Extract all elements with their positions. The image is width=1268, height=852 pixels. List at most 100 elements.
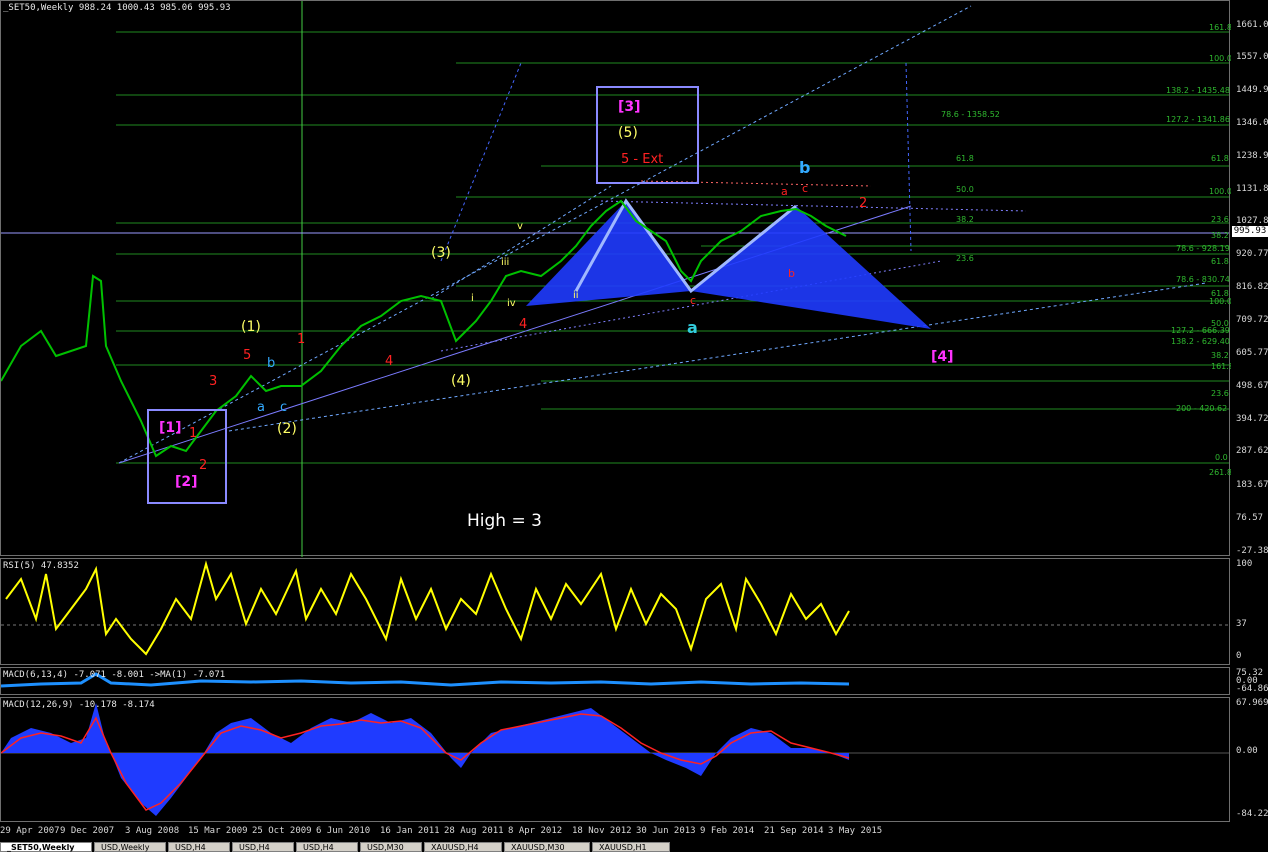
- rsi-axis-label: 0: [1236, 651, 1242, 661]
- fib-label: 38.2: [1211, 231, 1229, 240]
- fib-label: 78.6 - 1358.52: [941, 110, 1000, 119]
- price-axis-label: 1661.01: [1236, 20, 1268, 30]
- tab-xauusd-m30[interactable]: XAUUSD,M30: [504, 842, 590, 852]
- price-axis-label: 1449.97: [1236, 85, 1268, 95]
- wave-label-v: v: [517, 221, 523, 232]
- macd-svg: [1, 703, 1229, 816]
- price-axis-label: 287.62: [1236, 446, 1268, 456]
- rsi-title: RSI(5) 47.8352: [3, 561, 79, 571]
- fib-label: 100.0: [1209, 297, 1231, 306]
- fib-label: 61.8: [1211, 257, 1229, 266]
- wave-label-2-major: [2]: [175, 474, 198, 490]
- price-axis-label: 1238.93: [1236, 151, 1268, 161]
- macd-small-axis-label: -64.863: [1236, 684, 1268, 694]
- wave-label-b-low: b: [788, 267, 795, 280]
- fib-label: 23.6: [1211, 215, 1229, 224]
- wave-label-4-major: [4]: [931, 349, 954, 365]
- wave-label-iv: iv: [507, 298, 516, 309]
- fib-label: 138.2 - 629.40: [1171, 337, 1230, 346]
- price-axis-label: 76.57: [1236, 513, 1264, 523]
- wave-label-i: i: [471, 293, 474, 304]
- wave-label-3-major: [3]: [618, 99, 641, 115]
- fib-label: 200 - 420.62: [1176, 404, 1227, 413]
- tab-set50-weekly[interactable]: _SET50,Weekly: [0, 842, 92, 852]
- fib-label: 61.8: [956, 154, 974, 163]
- price-axis-label: 709.72: [1236, 315, 1268, 325]
- fib-label: 61.8: [1211, 154, 1229, 163]
- tab-usd-m30[interactable]: USD,M30: [360, 842, 422, 852]
- date-label: 6 Jun 2010: [316, 826, 371, 836]
- wave-label-b: b: [799, 158, 810, 177]
- fib-label: 261.8: [1209, 468, 1231, 477]
- price-axis-label: 605.77: [1236, 348, 1268, 358]
- fib-label: 38.2: [956, 215, 974, 224]
- wave-label-small-a: a: [257, 400, 265, 415]
- date-label: 18 Nov 2012: [572, 826, 632, 836]
- high-annotation: High = 3: [467, 511, 542, 531]
- rsi-axis-label: 37: [1236, 619, 1247, 629]
- fib-label: 50.0: [956, 185, 974, 194]
- wave-label-small-c: c: [280, 400, 287, 415]
- fib-label: 78.6 - 830.74: [1176, 275, 1230, 284]
- chart-title: _SET50,Weekly 988.24 1000.43 985.06 995.…: [3, 3, 231, 13]
- price-axis-label: 498.67: [1236, 381, 1268, 391]
- rsi-pane[interactable]: RSI(5) 47.8352: [0, 558, 1230, 665]
- fib-label: 38.2: [1211, 351, 1229, 360]
- price-axis-label: 1346.01: [1236, 118, 1268, 128]
- price-chart-pane[interactable]: [1] [2] [3] (5) 5 - Ext b a [4] (1) (2) …: [0, 0, 1231, 557]
- macd-axis-label: 0.00: [1236, 746, 1258, 756]
- date-label: 25 Oct 2009: [252, 826, 312, 836]
- wave-label-a: a: [687, 318, 698, 337]
- rsi-svg: [1, 560, 1229, 656]
- price-axis-label: -27.38: [1236, 546, 1268, 556]
- fib-levels: [116, 31, 1229, 464]
- fib-label: 161.8: [1209, 23, 1231, 32]
- wave-label-2-right: 2: [859, 196, 867, 211]
- fib-label: 161.8: [1211, 362, 1231, 371]
- macd-axis-label: -84.225: [1236, 809, 1268, 819]
- tab-xauusd-h4[interactable]: XAUUSD,H4: [424, 842, 502, 852]
- price-axis-label: 1131.85: [1236, 184, 1268, 194]
- wave-label-1-mid: 1: [297, 332, 305, 347]
- wave-label-a-top: a: [781, 185, 788, 198]
- date-label: 15 Mar 2009: [188, 826, 248, 836]
- wave-label-minor-5: 5: [243, 348, 251, 363]
- price-chart-svg: [1] [2] [3] (5) 5 - Ext b a [4] (1) (2) …: [1, 1, 1231, 557]
- fib-label: 78.6 - 928.19: [1176, 244, 1230, 253]
- date-label: 28 Aug 2011: [444, 826, 504, 836]
- macd-small-pane[interactable]: MACD(6,13,4) -7.071 -8.001 ->MA(1) -7.07…: [0, 667, 1230, 695]
- trend-lines: [118, 5, 1207, 464]
- wave-label-1-paren: (1): [241, 319, 261, 335]
- macd-histogram: [1, 703, 849, 816]
- rsi-axis-label: 100: [1236, 559, 1253, 569]
- wave-label-5-ext: 5 - Ext: [621, 152, 663, 167]
- wave-label-5-paren: (5): [618, 125, 638, 141]
- wave-label-4-paren: (4): [451, 373, 471, 389]
- tab-usd-h4[interactable]: USD,H4: [232, 842, 294, 852]
- tab-usd-h4[interactable]: USD,H4: [296, 842, 358, 852]
- tab-usd-h4[interactable]: USD,H4: [168, 842, 230, 852]
- wave-label-minor-1: 1: [189, 426, 197, 441]
- rsi-line: [5, 560, 850, 656]
- wave-label-3-paren: (3): [431, 245, 451, 261]
- fib-label: 127.2 - 666.39: [1171, 326, 1230, 335]
- fib-label: 23.6: [956, 254, 974, 263]
- date-label: 16 Jan 2011: [380, 826, 440, 836]
- tab-xauusd-h1[interactable]: XAUUSD,H1: [592, 842, 670, 852]
- wave-label-2-paren: (2): [277, 421, 297, 437]
- macd-small-title: MACD(6,13,4) -7.071 -8.001 ->MA(1) -7.07…: [3, 670, 226, 680]
- current-price-tag: 995.93: [1232, 226, 1268, 237]
- harmonic-pattern: [526, 201, 931, 329]
- macd-pane[interactable]: MACD(12,26,9) -10.178 -8.174: [0, 697, 1230, 822]
- wave-label-c-top: c: [802, 182, 808, 195]
- price-axis-label: 183.67: [1236, 480, 1268, 490]
- price-bars: [1, 199, 847, 458]
- price-axis-label: 1027.87: [1236, 216, 1268, 226]
- wave-label-1-major: [1]: [159, 420, 182, 436]
- fib-label: 100.0: [1209, 187, 1231, 196]
- date-label: 21 Sep 2014: [764, 826, 824, 836]
- price-axis-label: 394.72: [1236, 414, 1268, 424]
- tab-usd-weekly[interactable]: USD,Weekly: [94, 842, 166, 852]
- macd-title: MACD(12,26,9) -10.178 -8.174: [3, 700, 155, 710]
- macd-axis-label: 67.969: [1236, 698, 1268, 708]
